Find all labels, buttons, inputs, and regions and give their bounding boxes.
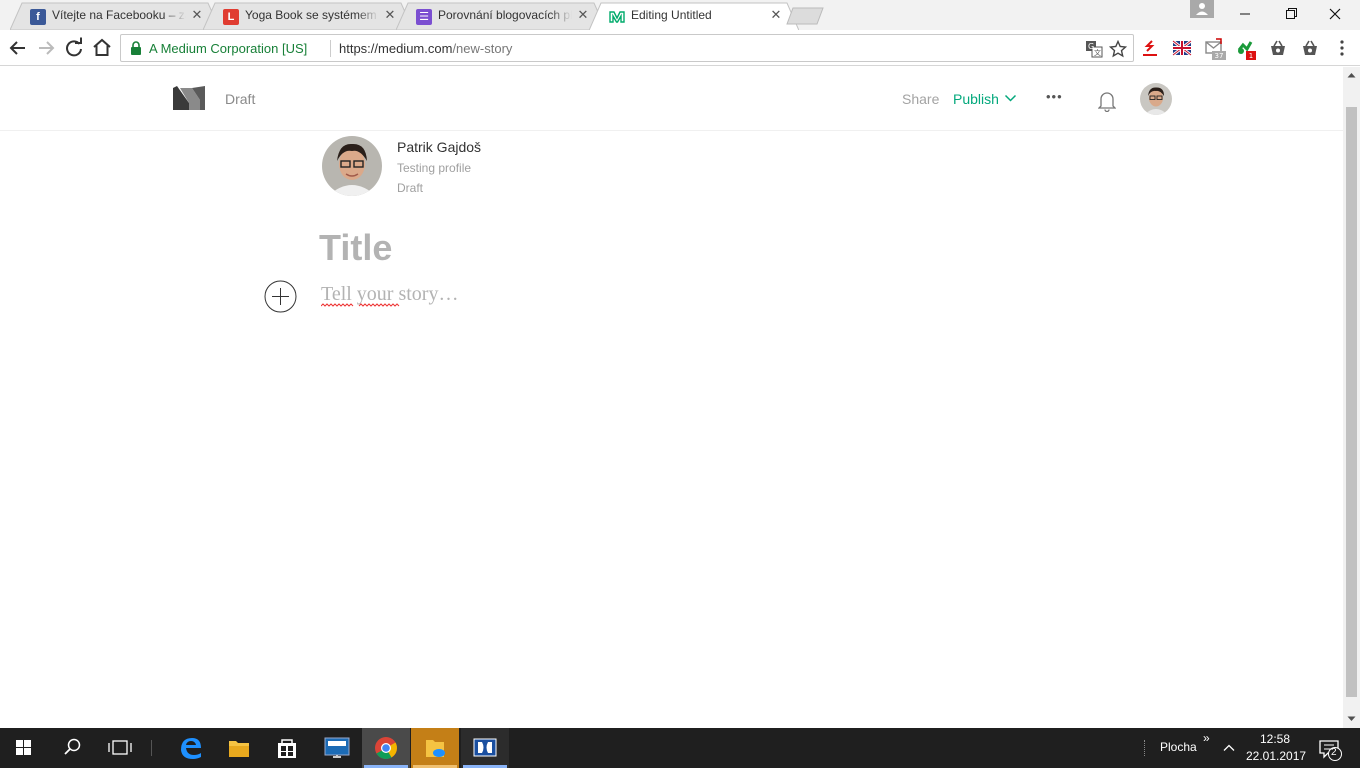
mail-checker-icon[interactable]: 37: [1204, 38, 1226, 60]
clock-date[interactable]: 22.01.2017: [1246, 749, 1306, 763]
chevron-down-icon[interactable]: [1004, 93, 1017, 103]
tab-title: Yoga Book se systémem Windows: [245, 8, 379, 22]
svg-text:文: 文: [1094, 48, 1101, 57]
tab-facebook[interactable]: f Vítejte na Facebooku – zaregistrujte s…: [10, 2, 220, 30]
user-avatar-button[interactable]: [1140, 83, 1172, 115]
notifications-icon: [1319, 740, 1342, 761]
desktop-toolbar-label[interactable]: Plocha: [1160, 740, 1197, 754]
file-explorer-icon[interactable]: [215, 728, 263, 768]
basket-extension-2-icon[interactable]: [1300, 38, 1320, 58]
lock-icon: [131, 41, 141, 55]
clock-time[interactable]: 12:58: [1260, 732, 1290, 746]
share-button[interactable]: Share: [902, 91, 939, 107]
tab-editing-untitled[interactable]: Editing Untitled ✕: [589, 2, 799, 30]
toolbar-overflow-chevron[interactable]: »: [1203, 731, 1210, 745]
close-icon[interactable]: ✕: [769, 8, 783, 22]
action-center-button[interactable]: 2: [1314, 728, 1360, 768]
author-name[interactable]: Patrik Gajdoš: [397, 139, 481, 155]
address-bar[interactable]: A Medium Corporation [US] https://medium…: [120, 34, 1134, 62]
browser-toolbar: A Medium Corporation [US] https://medium…: [0, 30, 1360, 66]
facebook-icon: f: [30, 9, 46, 25]
search-button[interactable]: [48, 728, 96, 768]
close-icon[interactable]: ✕: [576, 8, 590, 22]
medium-header: Draft Share Publish •••: [0, 67, 1343, 131]
back-button[interactable]: [6, 36, 30, 60]
store-icon[interactable]: [263, 728, 311, 768]
browser-tab-strip: f Vítejte na Facebooku – zaregistrujte s…: [0, 0, 1360, 30]
url-path: /new-story: [452, 41, 513, 56]
minimize-button[interactable]: [1222, 0, 1268, 28]
close-icon[interactable]: ✕: [383, 8, 397, 22]
show-hidden-icons-icon[interactable]: [1222, 741, 1236, 755]
chrome-taskbar-icon[interactable]: [362, 728, 410, 768]
edge-browser-icon[interactable]: [167, 728, 215, 768]
forward-button[interactable]: [34, 36, 58, 60]
story-status: Draft: [397, 181, 424, 195]
scroll-down-icon[interactable]: [1346, 714, 1357, 724]
medium-icon: [609, 9, 625, 25]
close-window-button[interactable]: [1312, 0, 1358, 28]
forms-icon: ☰: [416, 9, 432, 25]
spellcheck-underline: [321, 303, 400, 307]
svg-text:37: 37: [1215, 52, 1224, 60]
lenovo-app-icon[interactable]: [313, 728, 361, 768]
scrollbar-thumb[interactable]: [1346, 107, 1357, 697]
close-icon[interactable]: ✕: [190, 8, 204, 22]
bookmark-star-icon[interactable]: [1109, 40, 1127, 58]
medium-logo-icon[interactable]: [172, 84, 206, 112]
story-title-input[interactable]: Title: [319, 227, 392, 269]
notification-count: 2: [1331, 747, 1337, 758]
tab-yoga-book[interactable]: L Yoga Book se systémem Windows ✕: [203, 2, 413, 30]
task-view-button[interactable]: [96, 728, 144, 768]
green-extension-icon[interactable]: 1: [1236, 38, 1256, 60]
page-scrollbar[interactable]: [1343, 67, 1360, 728]
draft-status: Draft: [225, 91, 256, 107]
uk-flag-icon[interactable]: [1172, 38, 1192, 58]
windows-taskbar: Plocha » 12:58 22.01.2017 2: [0, 728, 1360, 768]
restore-button[interactable]: [1268, 0, 1314, 28]
author-bio: Testing profile: [397, 161, 472, 175]
save-to-pocket-icon[interactable]: [1140, 38, 1160, 58]
reload-button[interactable]: [62, 36, 86, 60]
tab-blog-platforms[interactable]: ☰ Porovnání blogovacích platforem ✕: [396, 2, 606, 30]
start-button[interactable]: [0, 728, 48, 768]
scroll-up-icon[interactable]: [1346, 70, 1357, 80]
medium-editor-page: Draft Share Publish ••• Patrik Gajdoš Te…: [0, 67, 1343, 728]
profile-icon[interactable]: [1190, 0, 1214, 18]
lifehacky-icon: L: [223, 9, 239, 25]
translate-icon[interactable]: G文: [1085, 40, 1103, 58]
author-avatar[interactable]: [322, 136, 382, 196]
story-body-placeholder: Tell your story…: [321, 283, 459, 305]
publish-button[interactable]: Publish: [953, 91, 999, 107]
toolbar-grip: [1144, 740, 1146, 756]
chrome-menu-icon[interactable]: [1334, 38, 1354, 58]
security-chip[interactable]: A Medium Corporation [US]: [149, 41, 307, 56]
onedrive-folder-icon[interactable]: [411, 728, 459, 768]
home-button[interactable]: [90, 36, 114, 60]
dolby-app-icon[interactable]: [461, 728, 509, 768]
more-options-button[interactable]: •••: [1046, 89, 1063, 104]
tab-title: Vítejte na Facebooku – zaregistrujte se: [52, 8, 186, 22]
new-tab-button[interactable]: [786, 7, 824, 25]
tab-title: Editing Untitled: [631, 8, 765, 22]
notifications-bell-icon[interactable]: [1098, 90, 1116, 112]
basket-extension-icon[interactable]: [1268, 38, 1288, 58]
svg-text:1: 1: [1249, 52, 1253, 60]
insert-media-plus-button[interactable]: [264, 280, 297, 313]
divider: [330, 40, 331, 57]
tab-title: Porovnání blogovacích platforem: [438, 8, 572, 22]
taskbar-separator: [151, 740, 152, 756]
url-host: https://medium.com: [339, 41, 453, 56]
url-text[interactable]: https://medium.com/new-story: [339, 41, 512, 56]
